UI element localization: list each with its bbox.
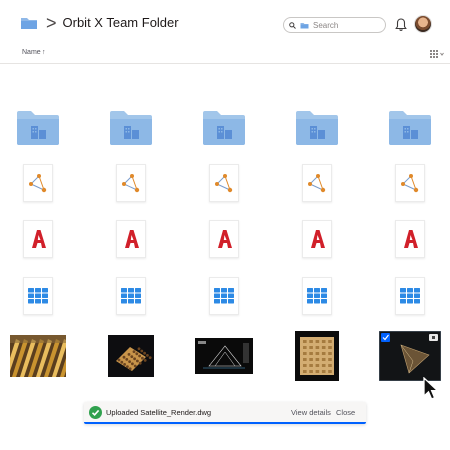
- network-diagram-file-icon[interactable]: [116, 164, 146, 202]
- autocad-file-icon[interactable]: [116, 220, 146, 258]
- image-thumbnail[interactable]: [195, 338, 253, 374]
- autocad-file-icon[interactable]: [209, 220, 239, 258]
- check-circle-icon: [89, 406, 102, 419]
- breadcrumb: > Orbit X Team Folder: [20, 14, 179, 32]
- image-thumbnail[interactable]: [10, 335, 66, 377]
- search-folder-icon: [300, 22, 309, 28]
- network-diagram-file-icon[interactable]: [209, 164, 239, 202]
- folder-icon[interactable]: [20, 16, 38, 30]
- network-diagram-file-icon[interactable]: [395, 164, 425, 202]
- grid-file-icon[interactable]: [395, 277, 425, 315]
- autocad-file-icon[interactable]: [302, 220, 332, 258]
- upload-toast: Uploaded Satellite_Render.dwg View detai…: [84, 402, 366, 424]
- grid-file-icon[interactable]: [23, 277, 53, 315]
- shared-folder-icon[interactable]: [295, 110, 339, 151]
- autocad-file-icon[interactable]: [23, 220, 53, 258]
- image-thumbnail[interactable]: [295, 331, 339, 381]
- bell-icon[interactable]: [395, 18, 407, 32]
- top-bar: > Orbit X Team Folder Search: [0, 0, 450, 48]
- search-placeholder: Search: [313, 20, 339, 30]
- shared-folder-icon[interactable]: [109, 110, 153, 151]
- shared-folder-icon[interactable]: [388, 110, 432, 151]
- search-icon: [289, 21, 296, 29]
- network-diagram-file-icon[interactable]: [23, 164, 53, 202]
- sort-arrow-icon[interactable]: ↑: [42, 49, 46, 56]
- shared-folder-icon[interactable]: [202, 110, 246, 151]
- search-input[interactable]: Search: [283, 17, 386, 33]
- grid-view-icon[interactable]: [430, 50, 444, 58]
- toast-message: Uploaded Satellite_Render.dwg: [106, 408, 212, 417]
- grid-file-icon[interactable]: [302, 277, 332, 315]
- autocad-file-icon[interactable]: [395, 220, 425, 258]
- toast-close-button[interactable]: Close: [336, 408, 355, 417]
- mouse-cursor-icon: [423, 377, 440, 400]
- avatar[interactable]: [414, 15, 432, 33]
- grid-file-icon[interactable]: [209, 277, 239, 315]
- column-header: Name ↑: [0, 44, 450, 64]
- page-title: Orbit X Team Folder: [62, 15, 179, 30]
- grid-file-icon[interactable]: [116, 277, 146, 315]
- shared-folder-icon[interactable]: [16, 110, 60, 151]
- image-thumbnail[interactable]: [108, 335, 154, 377]
- name-column-header[interactable]: Name: [22, 49, 41, 56]
- view-details-link[interactable]: View details: [291, 408, 331, 417]
- network-diagram-file-icon[interactable]: [302, 164, 332, 202]
- image-thumbnail[interactable]: [379, 331, 441, 381]
- breadcrumb-chevron: >: [46, 13, 57, 33]
